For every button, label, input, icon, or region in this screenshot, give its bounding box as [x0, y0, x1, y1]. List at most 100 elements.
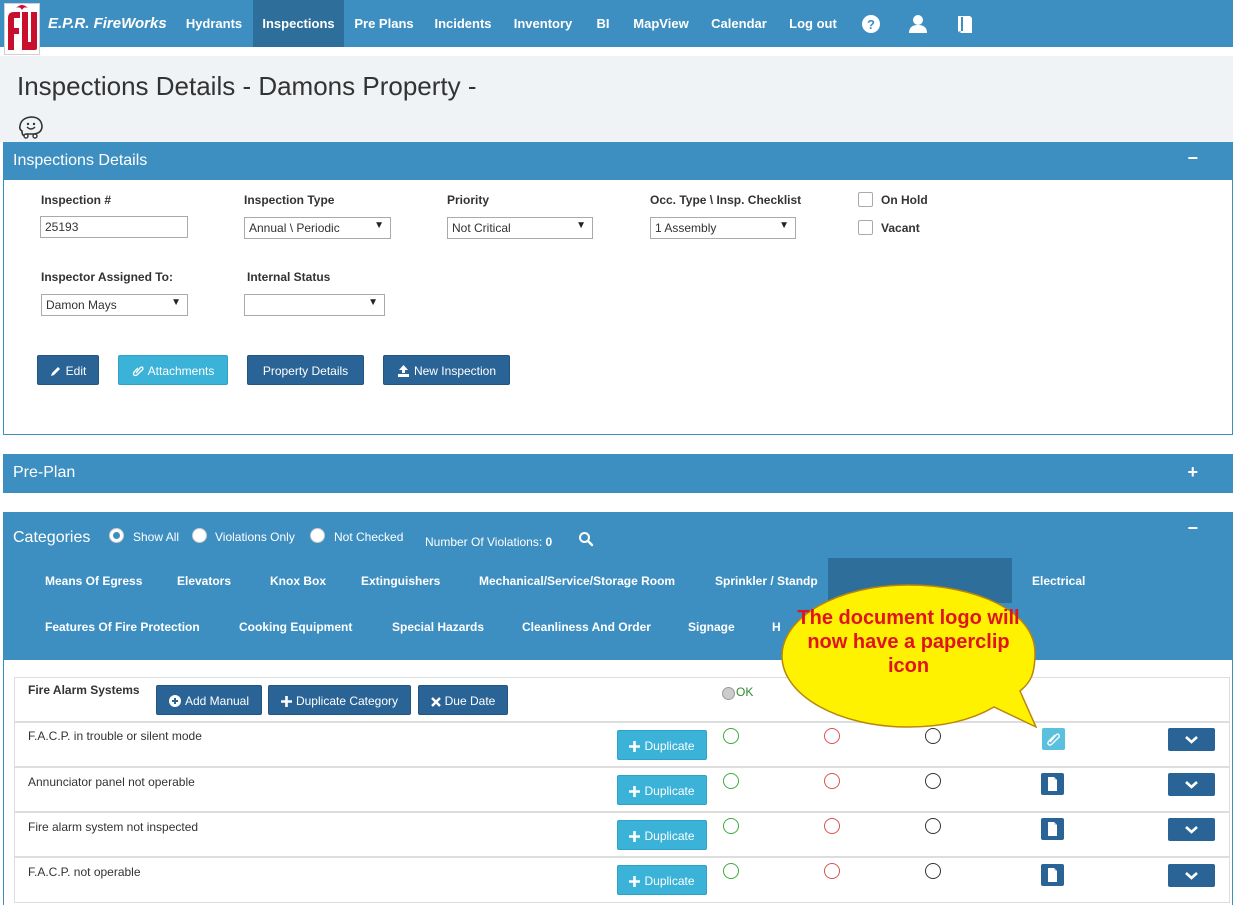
inspection-type-select[interactable]: Annual \ Periodic ▼: [244, 217, 391, 239]
violations-only-radio[interactable]: [192, 528, 207, 543]
ok-all-radio[interactable]: [722, 687, 735, 700]
expand-row-button[interactable]: [1168, 728, 1215, 751]
attachments-button[interactable]: Attachments: [118, 355, 228, 385]
plus-icon: [629, 741, 641, 752]
nav-mapview[interactable]: MapView: [622, 0, 700, 47]
book-icon[interactable]: [954, 13, 976, 35]
caret-down-icon: ▼: [779, 220, 789, 231]
page-title: Inspections Details - Damons Property -: [17, 71, 477, 101]
document-button[interactable]: [1041, 818, 1064, 840]
category-electrical[interactable]: Electrical: [1032, 574, 1085, 588]
paperclip-icon: [132, 366, 144, 377]
top-navbar: E.P.R. FireWorks Hydrants Inspections Pr…: [0, 0, 1233, 55]
nav-calendar[interactable]: Calendar: [700, 0, 778, 47]
upload-icon: [397, 365, 409, 377]
violation-radio[interactable]: [824, 773, 840, 789]
nav-log-out[interactable]: Log out: [778, 0, 848, 47]
nav-hydrants[interactable]: Hydrants: [175, 0, 253, 47]
expand-row-button[interactable]: [1168, 864, 1215, 887]
ok-radio[interactable]: [723, 773, 739, 789]
help-icon[interactable]: ?: [860, 13, 882, 35]
pencil-icon: [50, 367, 60, 376]
violation-radio[interactable]: [824, 863, 840, 879]
category-special-hazards[interactable]: Special Hazards: [392, 620, 484, 634]
category-elevators[interactable]: Elevators: [177, 574, 231, 588]
nav-inspections[interactable]: Inspections: [253, 0, 344, 47]
show-all-label: Show All: [133, 530, 180, 544]
fireworks-logo[interactable]: [4, 3, 40, 55]
not-applicable-radio[interactable]: [925, 863, 941, 879]
new-inspection-button[interactable]: New Inspection: [383, 355, 510, 385]
vacant-label: Vacant: [881, 221, 920, 235]
violations-count-label: Number Of Violations: 0: [425, 535, 553, 549]
collapse-icon[interactable]: −: [1187, 518, 1198, 539]
plus-icon: [629, 786, 641, 797]
violations-count: 0: [545, 535, 553, 549]
document-icon: [1048, 777, 1057, 791]
ok-label: OK: [736, 685, 754, 699]
occ-type-select[interactable]: 1 Assembly ▼: [650, 217, 796, 239]
not-applicable-radio[interactable]: [925, 818, 941, 834]
inspection-details-panel-header[interactable]: Inspections Details −: [3, 142, 1233, 180]
category-features-of-fire-protection[interactable]: Features Of Fire Protection: [45, 620, 200, 634]
pre-plan-panel-header[interactable]: Pre-Plan +: [3, 454, 1233, 493]
document-icon: [1048, 868, 1057, 882]
category-means-of-egress[interactable]: Means Of Egress: [45, 574, 142, 588]
paperclip-button[interactable]: [1042, 728, 1065, 750]
nav-incidents[interactable]: Incidents: [424, 0, 502, 47]
duplicate-button[interactable]: Duplicate: [617, 775, 707, 805]
internal-status-select[interactable]: ▼: [244, 294, 385, 316]
expand-row-button[interactable]: [1168, 818, 1215, 841]
search-icon[interactable]: [578, 531, 594, 547]
plus-icon: [629, 876, 641, 887]
duplicate-category-button[interactable]: Duplicate Category: [268, 685, 411, 715]
ok-radio[interactable]: [723, 863, 739, 879]
show-all-radio[interactable]: [109, 528, 124, 543]
duplicate-button[interactable]: Duplicate: [617, 865, 707, 895]
inspection-details-panel-title: Inspections Details: [13, 152, 148, 169]
expand-row-button[interactable]: [1168, 773, 1215, 796]
document-button[interactable]: [1041, 773, 1064, 795]
duplicate-button[interactable]: Duplicate: [617, 730, 707, 760]
nav-pre-plans[interactable]: Pre Plans: [344, 0, 424, 47]
priority-select[interactable]: Not Critical ▼: [447, 217, 593, 239]
section-title: Fire Alarm Systems: [28, 683, 140, 697]
category-mechanical-service-storage[interactable]: Mechanical/Service/Storage Room: [479, 574, 675, 588]
nav-bi[interactable]: BI: [584, 0, 622, 47]
collapse-icon[interactable]: −: [1187, 148, 1198, 169]
brand-name[interactable]: E.P.R. FireWorks: [48, 15, 167, 32]
expand-icon[interactable]: +: [1187, 462, 1198, 483]
nav-inventory[interactable]: Inventory: [502, 0, 584, 47]
not-applicable-radio[interactable]: [925, 728, 941, 744]
category-extinguishers[interactable]: Extinguishers: [361, 574, 440, 588]
category-cleanliness-and-order[interactable]: Cleanliness And Order: [522, 620, 651, 634]
not-applicable-radio[interactable]: [925, 773, 941, 789]
category-cooking-equipment[interactable]: Cooking Equipment: [239, 620, 352, 634]
waze-icon[interactable]: [18, 115, 44, 139]
vacant-checkbox[interactable]: [858, 220, 873, 235]
due-date-button[interactable]: Due Date: [418, 685, 508, 715]
plus-icon: [280, 696, 292, 707]
inspector-select[interactable]: Damon Mays ▼: [41, 294, 188, 316]
violations-only-label: Violations Only: [215, 530, 295, 544]
ok-radio[interactable]: [723, 818, 739, 834]
item-label: Annunciator panel not operable: [28, 775, 195, 789]
category-knox-box[interactable]: Knox Box: [270, 574, 326, 588]
user-icon[interactable]: [907, 13, 929, 35]
chevron-down-icon: [1185, 781, 1198, 789]
edit-button[interactable]: Edit: [37, 355, 99, 385]
close-icon: [430, 697, 441, 707]
category-signage[interactable]: Signage: [688, 620, 735, 634]
on-hold-checkbox[interactable]: [858, 192, 873, 207]
violation-radio[interactable]: [824, 818, 840, 834]
duplicate-button[interactable]: Duplicate: [617, 820, 707, 850]
ok-radio[interactable]: [723, 728, 739, 744]
property-details-button[interactable]: Property Details: [247, 355, 364, 385]
document-button[interactable]: [1041, 864, 1064, 886]
inspection-number-field[interactable]: 25193: [40, 216, 188, 238]
violation-radio[interactable]: [824, 728, 840, 744]
not-checked-radio[interactable]: [310, 528, 325, 543]
add-manual-button[interactable]: Add Manual: [156, 685, 262, 715]
item-label: F.A.C.P. not operable: [28, 865, 141, 879]
fireworks-logo-icon: [5, 4, 39, 54]
